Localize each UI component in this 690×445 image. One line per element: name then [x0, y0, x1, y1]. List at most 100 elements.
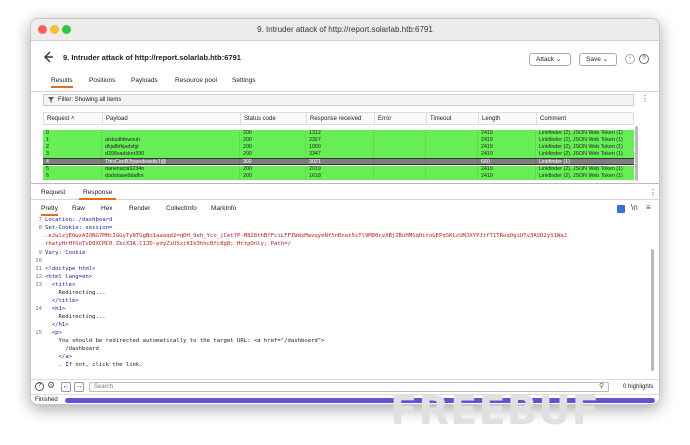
chevron-down-icon: ⌄	[555, 56, 562, 63]
tab-raw[interactable]: Raw	[72, 205, 85, 212]
editor-scrollbar[interactable]	[651, 249, 654, 371]
column-header-request[interactable]: Request ˄	[44, 113, 102, 124]
tab-settings[interactable]: Settings	[232, 77, 256, 84]
next-match-button[interactable]: →	[74, 382, 84, 392]
table-row[interactable]: 1 alxksdhfewouh 200 2327 2419 Linkfinder…	[43, 137, 634, 144]
tab-pretty[interactable]: Pretty	[41, 205, 58, 216]
cell-request: 6	[46, 173, 49, 179]
cell-comment: Linkfinder (1)	[535, 159, 634, 164]
status-text: Finished	[35, 397, 58, 403]
cell-response-received: 1312	[305, 130, 373, 137]
cell-error	[373, 137, 425, 144]
view-tabs: Pretty Raw Hex Render CollectInfo MarkIn…	[31, 203, 659, 216]
column-header-payload[interactable]: Payload	[102, 113, 240, 124]
cell-status-code: 200	[239, 166, 305, 173]
cell-comment: Linkfinder (2), JSON Web Token (1)	[535, 144, 634, 151]
tab-resource-pool[interactable]: Resource pool	[175, 77, 217, 84]
cell-payload	[101, 130, 239, 137]
table-scrollbar[interactable]	[635, 126, 638, 181]
cell-length: 2419	[477, 173, 535, 180]
gear-icon[interactable]: ⚙	[47, 380, 55, 391]
newline-toggle-icon[interactable]: \n	[631, 203, 638, 212]
line-number: 12	[35, 274, 42, 280]
line-number: 9	[38, 250, 42, 256]
table-row[interactable]: 3 d398sadsknr390 200 3347 2419 Linkfinde…	[43, 151, 634, 158]
help-icon[interactable]: ?	[35, 382, 44, 391]
cell-timeout	[425, 166, 477, 173]
title-bar: 9. Intruder attack of http://report.sola…	[31, 19, 659, 41]
table-row[interactable]: 6 dadsfawe9dafkn 200 1618 2419 Linkfinde…	[43, 173, 634, 180]
cell-response-received: 1000	[305, 144, 373, 151]
cell-payload: danenacia9234n	[101, 166, 239, 173]
cell-payload: alxksdhfewouh	[101, 137, 239, 144]
back-arrow-icon[interactable]	[41, 50, 55, 64]
filter-icon	[48, 97, 54, 103]
tab-render[interactable]: Render	[129, 205, 150, 212]
table-row[interactable]: 2 dkjafbfkjadsfgl 200 1000 2419 Linkfind…	[43, 144, 634, 151]
cell-comment: Linkfinder (2), JSON Web Token (1)	[535, 166, 634, 173]
more-options-icon[interactable]: ⋮	[641, 94, 649, 103]
column-header-status-code[interactable]: Status code	[240, 113, 306, 124]
line-number: 10	[35, 258, 42, 264]
column-header-comment[interactable]: Comment	[536, 113, 635, 124]
line-number: 11	[35, 266, 42, 272]
tab-response[interactable]: Response	[79, 189, 117, 200]
tab-results[interactable]: Results	[51, 77, 73, 88]
save-label: Save	[586, 56, 601, 63]
table-row[interactable]: 5 danenacia9234n 200 2019 2419 Linkfinde…	[43, 166, 634, 173]
cell-comment: Linkfinder (2), JSON Web Token (1)	[535, 151, 634, 158]
tabs-divider	[31, 91, 659, 92]
cell-payload: dadsfawe9dafkn	[101, 173, 239, 180]
attack-title: 9. Intruder attack of http://report.sola…	[63, 53, 241, 62]
cell-length: 660	[477, 159, 535, 164]
set-cookie-header-text: Set-Cookie: session=	[45, 225, 113, 231]
column-header-timeout[interactable]: Timeout	[426, 113, 478, 124]
line-number: 14	[35, 306, 42, 312]
cell-request: 4	[46, 159, 49, 164]
column-header-response-received[interactable]: Response received	[306, 113, 374, 124]
attack-label: Attack	[536, 56, 555, 63]
pause-icon[interactable]: •	[625, 54, 635, 64]
line-number: 13	[35, 282, 42, 288]
menu-icon[interactable]: ≡	[646, 203, 651, 212]
session-cookie-value-end: rhwtyHrHfGoTvD0XCMC0.ZkcX3A.C1JD-pdyZiUS…	[45, 241, 291, 247]
cell-response-received: 3021	[305, 159, 373, 164]
cell-status-code: 302	[239, 159, 305, 164]
cell-timeout	[425, 137, 477, 144]
more-options-icon[interactable]: ⋮	[649, 188, 657, 197]
cell-error	[373, 144, 425, 151]
column-header-error[interactable]: Error	[374, 113, 426, 124]
highlights-count: 0 highlights	[623, 384, 654, 390]
tab-payloads[interactable]: Payloads	[131, 77, 158, 84]
cell-payload: dkjafbfkjadsfgl	[101, 144, 239, 151]
column-header-length[interactable]: Length	[478, 113, 536, 124]
tab-collectinfo[interactable]: CollectInfo	[166, 205, 197, 212]
h1-content-text: Redirecting...	[45, 314, 106, 320]
table-row-selected[interactable]: 4 ThisCanB3typedeasily1@ 302 3021 660 Li…	[43, 158, 634, 165]
help-icon[interactable]: ?	[639, 54, 649, 64]
cell-request: 0	[46, 130, 49, 136]
tab-positions[interactable]: Positions	[89, 77, 115, 84]
filter-bar[interactable]: Filter: Showing all items	[43, 94, 634, 106]
attack-dropdown-button[interactable]: Attack ⌄	[529, 53, 571, 66]
response-body-editor[interactable]: 7 Location: /dashboard 8 Set-Cookie: sessi…	[31, 216, 646, 378]
wrap-lines-icon[interactable]	[617, 205, 625, 213]
cell-response-received: 2019	[305, 166, 373, 173]
cell-request: 1	[46, 137, 49, 143]
cell-payload: d398sadsknr390	[101, 151, 239, 158]
save-dropdown-button[interactable]: Save ⌄	[579, 53, 617, 66]
cell-timeout	[425, 159, 477, 164]
previous-match-button[interactable]: ←	[61, 382, 71, 392]
title-close-text: </title>	[45, 298, 79, 304]
cell-comment: Linkfinder (2), JSON Web Token (1)	[535, 173, 634, 180]
cell-timeout	[425, 151, 477, 158]
pane-divider[interactable]	[31, 183, 659, 184]
tab-markinfo[interactable]: MarkInfo	[211, 205, 236, 212]
cell-status-code: 200	[239, 173, 305, 180]
cell-response-received: 2327	[305, 137, 373, 144]
cell-timeout	[425, 173, 477, 180]
tab-hex[interactable]: Hex	[101, 205, 113, 212]
table-row[interactable]: 0 200 1312 2419 Linkfinder (2), JSON Web…	[43, 130, 634, 137]
tab-request[interactable]: Request	[41, 189, 65, 196]
cell-response-received: 1618	[305, 173, 373, 180]
